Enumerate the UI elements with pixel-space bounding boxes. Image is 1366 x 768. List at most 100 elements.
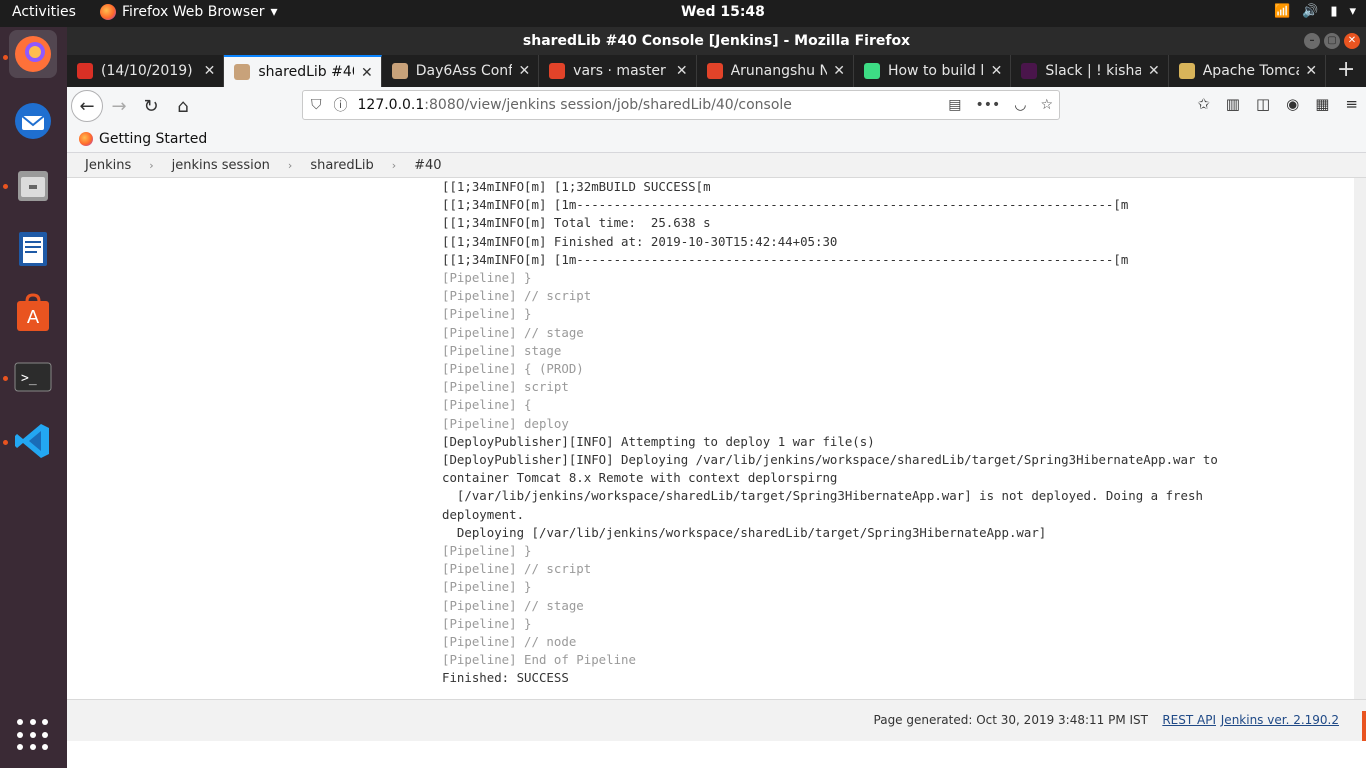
minimize-button[interactable]: – bbox=[1304, 33, 1320, 49]
close-tab-icon[interactable]: ✕ bbox=[991, 63, 1003, 79]
close-tab-icon[interactable]: ✕ bbox=[833, 63, 845, 79]
console-line: [DeployPublisher][INFO] Attempting to de… bbox=[442, 433, 875, 449]
tab-title: sharedLib #40 bbox=[258, 64, 355, 80]
reader-view-icon[interactable]: ▤ bbox=[948, 97, 961, 113]
extensions-icon[interactable]: ▦ bbox=[1315, 95, 1329, 113]
running-indicator bbox=[3, 376, 8, 381]
breadcrumb-item[interactable]: jenkins session bbox=[154, 158, 270, 173]
console-line: [Pipeline] } bbox=[442, 543, 532, 559]
back-button[interactable]: ← bbox=[71, 90, 103, 122]
rest-api-link[interactable]: REST API bbox=[1162, 713, 1216, 727]
url-text: 127.0.0.1:8080/view/jenkins session/job/… bbox=[358, 97, 792, 113]
arrow-left-icon: ← bbox=[79, 95, 95, 117]
dock-firefox[interactable] bbox=[9, 30, 57, 78]
browser-tab[interactable]: How to build li ✕ bbox=[854, 55, 1012, 87]
bookmark-star-icon[interactable]: ☆ bbox=[1040, 97, 1053, 113]
breadcrumb-item[interactable]: #40 bbox=[396, 158, 441, 173]
console-line: [Pipeline] } bbox=[442, 615, 532, 631]
dock-thunderbird[interactable] bbox=[9, 97, 57, 145]
home-button[interactable]: ⌂ bbox=[167, 90, 199, 122]
forward-button[interactable]: → bbox=[103, 90, 135, 122]
app-menu[interactable]: Firefox Web Browser ▾ bbox=[100, 4, 278, 20]
toolbar-right: ✩ ▥ ◫ ◉ ▦ ≡ bbox=[1197, 95, 1358, 113]
bookmark-getting-started[interactable]: Getting Started bbox=[99, 131, 207, 147]
url-bar[interactable]: ⛉ ⓘ 127.0.0.1:8080/view/jenkins session/… bbox=[302, 90, 1060, 120]
reload-button[interactable]: ↻ bbox=[135, 90, 167, 122]
browser-tab[interactable]: Apache Tomca ✕ bbox=[1169, 55, 1327, 87]
jenkins-icon bbox=[234, 64, 251, 80]
breadcrumb-item[interactable]: sharedLib bbox=[292, 158, 373, 173]
console-output: [[1;34mINFO[m] [1;32mBUILD SUCCESS[m [[1;… bbox=[442, 178, 1292, 688]
pocket-icon[interactable]: ◡ bbox=[1014, 97, 1026, 113]
close-tab-icon[interactable]: ✕ bbox=[1305, 63, 1317, 79]
close-tab-icon[interactable]: ✕ bbox=[204, 63, 216, 79]
maximize-button[interactable]: ▢ bbox=[1324, 33, 1340, 49]
browser-tab[interactable]: (14/10/2019) S ✕ bbox=[67, 55, 225, 87]
dock-software-center[interactable]: A bbox=[9, 289, 57, 337]
wifi-icon: 📶 bbox=[1273, 4, 1291, 19]
url-path: :8080/view/jenkins session/job/sharedLib… bbox=[424, 97, 792, 113]
dock-terminal[interactable]: >_ bbox=[9, 353, 57, 401]
page-actions-icon[interactable]: ••• bbox=[975, 97, 1000, 113]
tab-title: Arunangshu Na bbox=[730, 63, 827, 79]
firefox-icon bbox=[79, 131, 93, 146]
gmail-icon bbox=[77, 63, 93, 79]
console-line: [Pipeline] // script bbox=[442, 288, 592, 304]
tomcat-icon bbox=[1178, 63, 1195, 79]
window-controls: – ▢ ✕ bbox=[1304, 33, 1360, 49]
new-tab-button[interactable]: + bbox=[1326, 55, 1366, 87]
browser-tab[interactable]: Slack | ! kishan ✕ bbox=[1011, 55, 1169, 87]
console-line: [Pipeline] End of Pipeline bbox=[442, 652, 636, 668]
chevron-right-icon: › bbox=[149, 158, 154, 172]
account-icon[interactable]: ◉ bbox=[1286, 95, 1299, 113]
clock[interactable]: Wed 15:48 bbox=[681, 4, 765, 20]
chevron-right-icon: › bbox=[391, 158, 397, 172]
system-tray[interactable]: 📶 🔊 ▮ ▾ bbox=[1274, 4, 1356, 19]
close-tab-icon[interactable]: ✕ bbox=[518, 63, 530, 79]
svg-text:A: A bbox=[27, 307, 40, 328]
battery-icon: ▮ bbox=[1330, 4, 1338, 19]
thunderbird-icon bbox=[15, 103, 51, 139]
page-generated-text: Page generated: Oct 30, 2019 3:48:11 PM … bbox=[873, 713, 1148, 727]
navigation-toolbar: ← → ↻ ⌂ ⛉ ⓘ 127.0.0.1:8080/view/jenkins … bbox=[67, 87, 1366, 125]
close-tab-icon[interactable]: ✕ bbox=[676, 63, 688, 79]
dock-libreoffice-writer[interactable] bbox=[9, 225, 57, 273]
jenkins-version-link[interactable]: Jenkins ver. 2.190.2 bbox=[1221, 713, 1339, 727]
show-applications-button[interactable] bbox=[17, 719, 49, 751]
running-indicator bbox=[3, 55, 8, 60]
chevron-right-icon: › bbox=[287, 158, 293, 172]
app-menu-label: Firefox Web Browser bbox=[122, 4, 265, 20]
menu-icon[interactable]: ≡ bbox=[1345, 95, 1358, 113]
url-host: 127.0.0.1 bbox=[357, 97, 425, 113]
dock-files[interactable] bbox=[9, 161, 57, 209]
tab-bar: (14/10/2019) S ✕ sharedLib #40 ✕ Day6Ass Con… bbox=[67, 55, 1366, 87]
console-line: [Pipeline] } bbox=[442, 579, 532, 595]
activities-button[interactable]: Activities bbox=[12, 4, 76, 20]
console-line: [[1;34mINFO[m] Total time: 25.638 s bbox=[442, 215, 711, 231]
close-tab-icon[interactable]: ✕ bbox=[361, 65, 373, 81]
close-tab-icon[interactable]: ✕ bbox=[1148, 63, 1160, 79]
url-bar-actions: ▤ ••• ◡ ☆ bbox=[948, 97, 1053, 113]
gitlab-icon bbox=[549, 63, 566, 79]
window-titlebar[interactable]: sharedLib #40 Console [Jenkins] - Mozill… bbox=[67, 27, 1366, 55]
shield-icon: ⛉ bbox=[311, 97, 322, 113]
browser-tab[interactable]: Arunangshu Na ✕ bbox=[697, 55, 854, 87]
console-line: [/var/lib/jenkins/workspace/sharedLib/ta… bbox=[442, 488, 1211, 522]
close-window-button[interactable]: ✕ bbox=[1344, 33, 1360, 49]
dock-vscode[interactable] bbox=[9, 417, 57, 465]
breadcrumb-item[interactable]: Jenkins bbox=[67, 158, 131, 173]
bookmarks-star-icon[interactable]: ✩ bbox=[1197, 95, 1210, 113]
browser-tab[interactable]: sharedLib #40 ✕ bbox=[224, 55, 382, 87]
files-icon bbox=[18, 171, 48, 201]
browser-tab[interactable]: Day6Ass Confi ✕ bbox=[382, 55, 540, 87]
running-indicator bbox=[3, 184, 8, 189]
sidebar-icon[interactable]: ◫ bbox=[1256, 95, 1270, 113]
library-icon[interactable]: ▥ bbox=[1226, 95, 1240, 113]
console-line: [Pipeline] // script bbox=[442, 561, 592, 577]
window-title: sharedLib #40 Console [Jenkins] - Mozill… bbox=[522, 33, 911, 49]
page-scrollbar[interactable] bbox=[1354, 178, 1366, 727]
info-icon: ⓘ bbox=[333, 98, 348, 114]
gitlab-icon bbox=[706, 63, 723, 79]
slack-icon bbox=[1021, 63, 1038, 79]
browser-tab[interactable]: vars · master · ✕ bbox=[539, 55, 697, 87]
